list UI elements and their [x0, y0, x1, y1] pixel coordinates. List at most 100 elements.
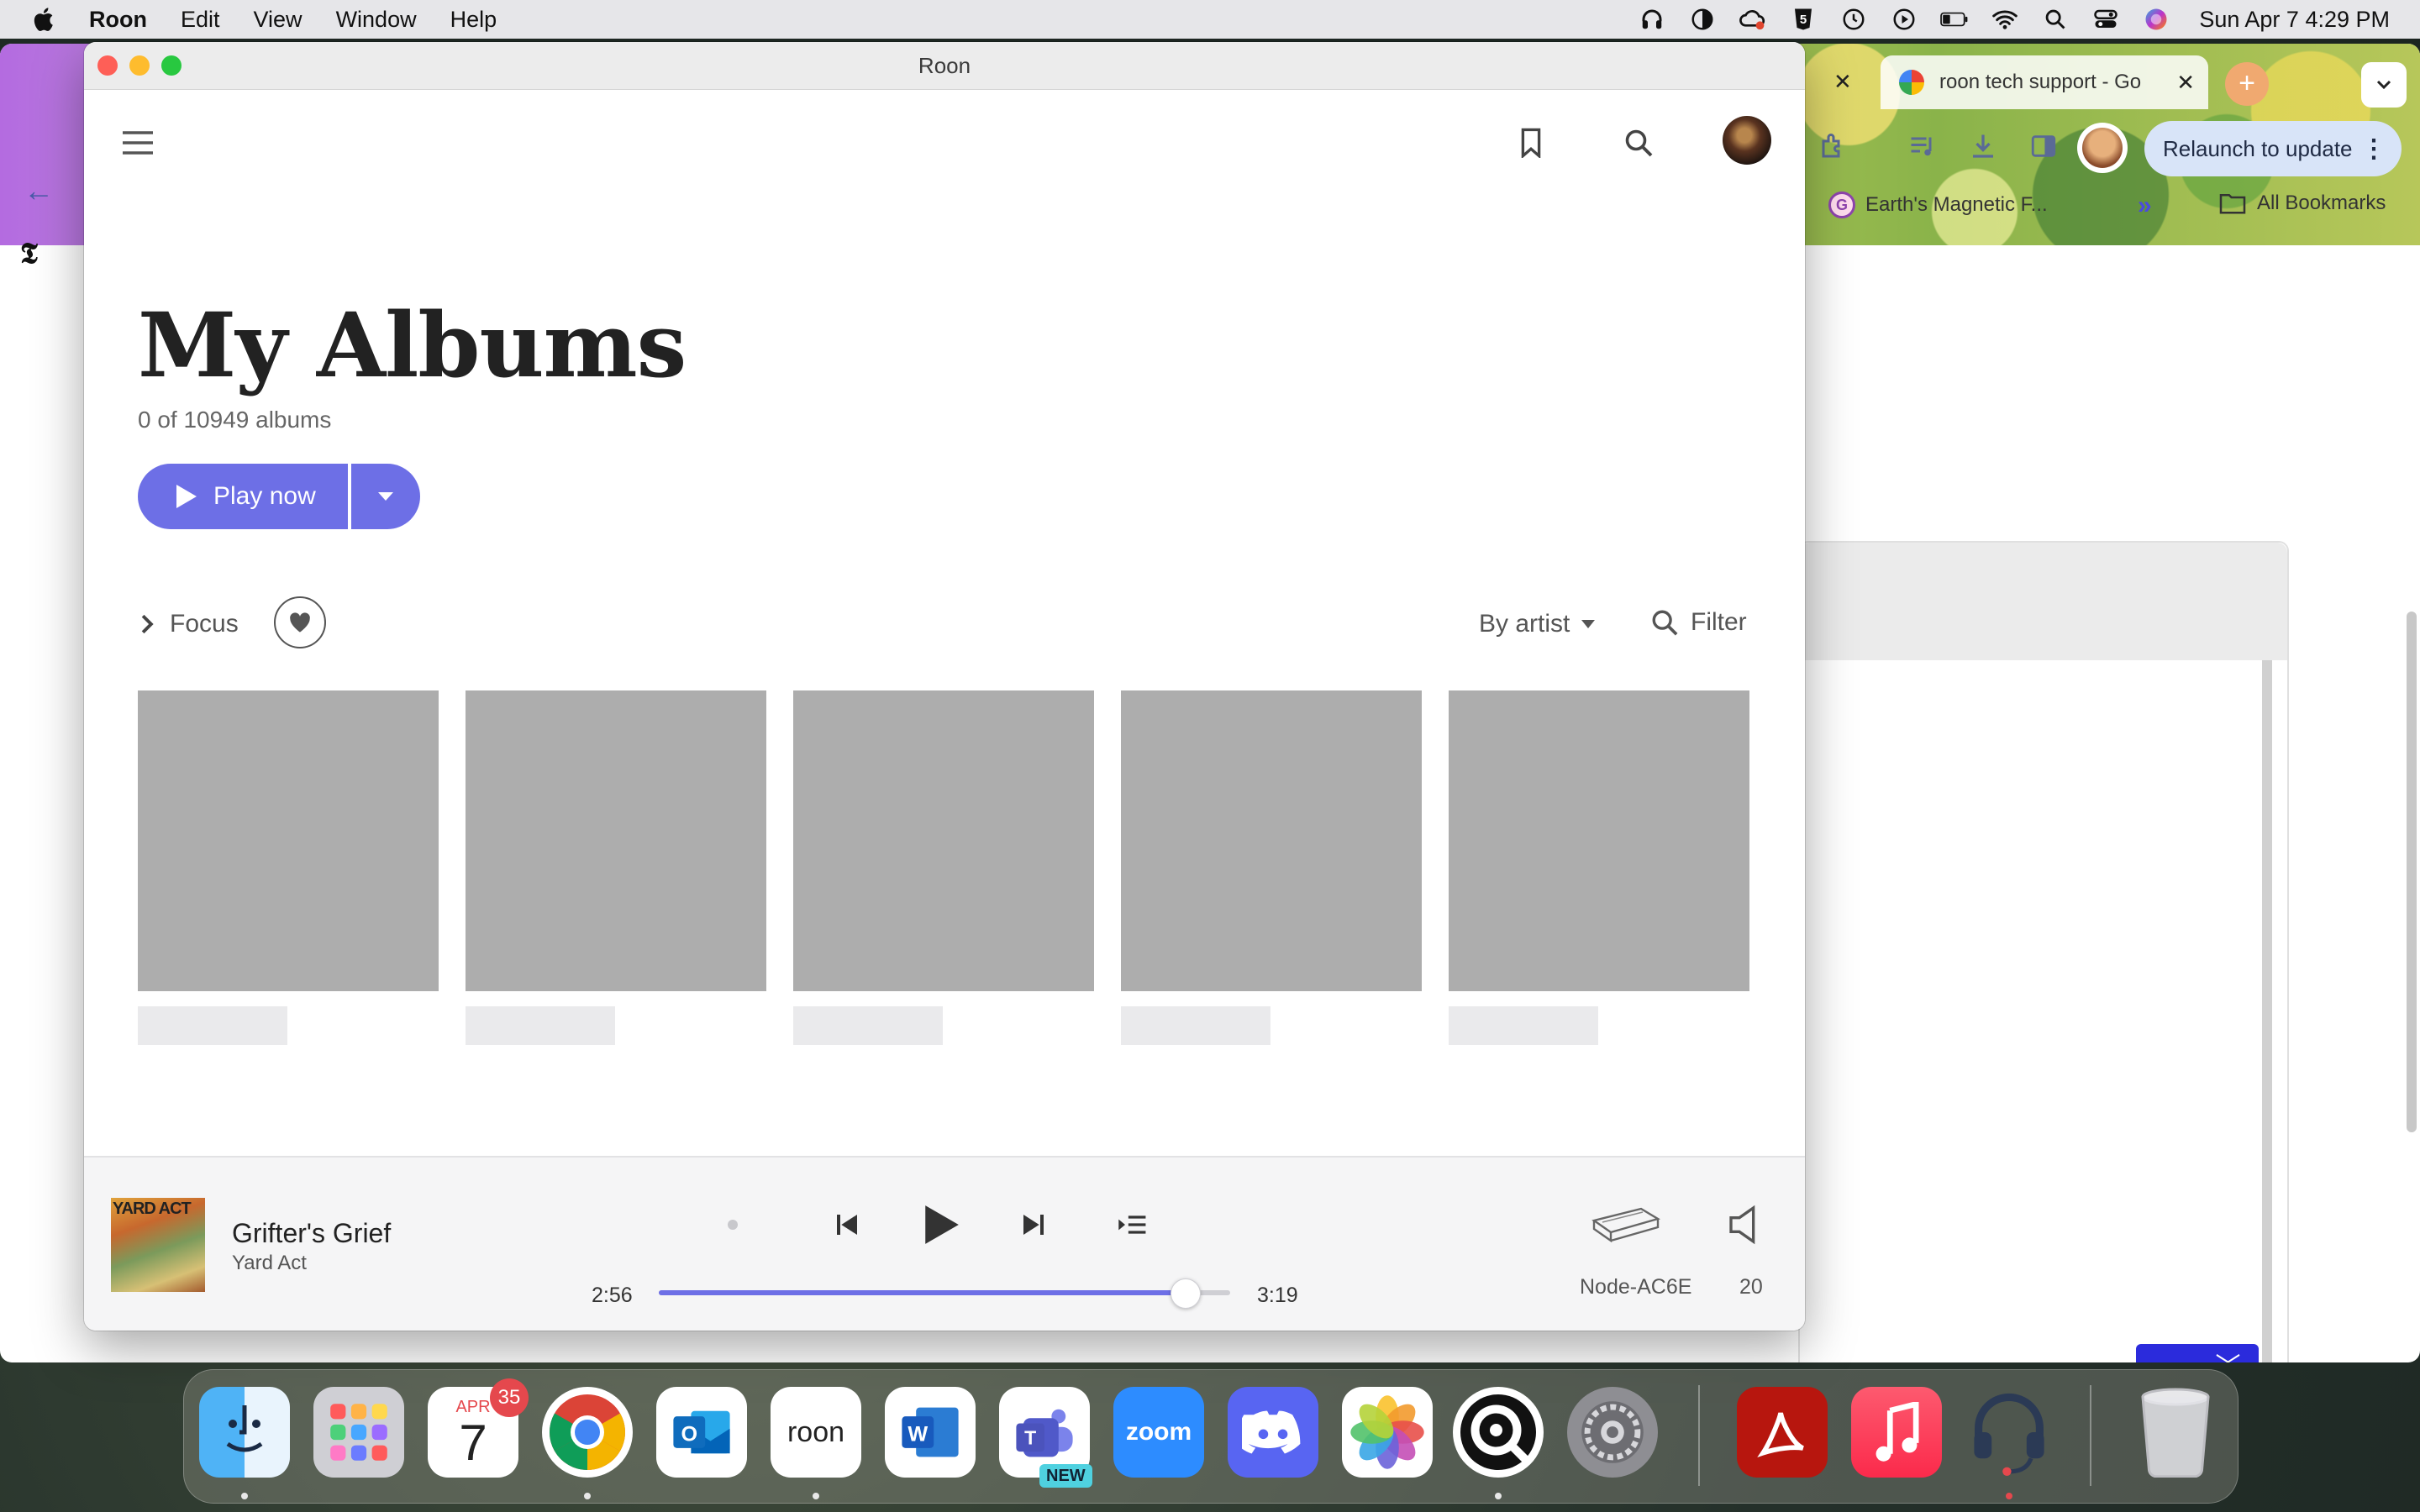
album-card[interactable] [466, 690, 766, 1045]
volume-level[interactable]: 20 [1739, 1275, 1763, 1299]
menu-clock[interactable]: Sun Apr 7 4:29 PM [2199, 7, 2390, 33]
chevron-right-icon [141, 614, 154, 634]
creative-cloud-icon[interactable] [1739, 5, 1767, 34]
chrome-active-tab[interactable]: roon tech support - Go ✕ [1881, 55, 2208, 109]
headset-app-icon[interactable] [1964, 1387, 2054, 1478]
zoom-icon[interactable]: zoom [1113, 1387, 1204, 1478]
music-icon[interactable] [1851, 1387, 1942, 1478]
finder-icon[interactable] [199, 1387, 290, 1478]
trash-icon[interactable] [2130, 1387, 2221, 1478]
roon-dock-label: roon [786, 1415, 845, 1448]
bookmark-g-icon: G [1828, 192, 1855, 218]
chrome-icon[interactable] [542, 1387, 633, 1478]
minimize-window-button[interactable] [129, 55, 150, 76]
chrome-menu-icon[interactable]: ⋮ [2361, 134, 2386, 164]
s-app-icon[interactable]: 5 [1789, 5, 1818, 34]
volume-speaker-icon[interactable] [1723, 1200, 1765, 1250]
nyt-bookmark-icon[interactable]: 𝕿 [20, 237, 38, 270]
now-playing-artist[interactable]: Yard Act [232, 1252, 307, 1275]
acrobat-icon[interactable] [1737, 1387, 1828, 1478]
panel-scrollbar[interactable] [2262, 660, 2272, 1362]
play-now-button[interactable]: Play now [138, 464, 348, 529]
hamburger-menu-icon[interactable] [113, 118, 163, 168]
play-pause-icon[interactable] [908, 1191, 975, 1258]
play-options-dropdown[interactable] [351, 464, 420, 529]
seek-bar[interactable] [659, 1278, 1230, 1309]
queue-icon[interactable] [1113, 1205, 1153, 1245]
svg-text:5: 5 [1800, 13, 1807, 27]
time-machine-icon[interactable] [1839, 5, 1868, 34]
system-settings-icon[interactable] [1567, 1387, 1658, 1478]
now-playing-cover[interactable]: YARD ACT [111, 1198, 205, 1292]
tab-search-chevron-icon[interactable] [2361, 62, 2407, 108]
menu-app-name[interactable]: Roon [89, 7, 147, 33]
apple-icon[interactable] [30, 5, 59, 34]
chrome-vertical-scrollbar[interactable] [2407, 612, 2417, 1132]
more-bookmarks-chevron-icon[interactable]: » [2138, 192, 2152, 220]
relaunch-to-update-button[interactable]: Relaunch to update ⋮ [2144, 121, 2402, 176]
menu-view[interactable]: View [254, 7, 302, 33]
seek-handle[interactable] [1170, 1278, 1201, 1309]
word-icon[interactable]: W [885, 1387, 976, 1478]
profile-avatar[interactable] [1723, 116, 1771, 165]
next-track-icon[interactable] [1008, 1200, 1059, 1250]
menu-edit[interactable]: Edit [181, 7, 220, 33]
running-indicator [241, 1493, 248, 1499]
album-card[interactable] [138, 690, 439, 1045]
find-down-icon[interactable]: ﹀ [2197, 1344, 2259, 1362]
spotlight-search-icon[interactable] [2041, 5, 2070, 34]
sort-by-dropdown[interactable]: By artist [1479, 610, 1596, 638]
zone-name[interactable]: Node-AC6E [1580, 1275, 1691, 1299]
page-title: My Albums [138, 292, 687, 397]
headphones-icon[interactable] [1638, 5, 1666, 34]
filter-button[interactable]: Filter [1650, 608, 1747, 637]
control-center-icon[interactable] [2091, 5, 2120, 34]
download-icon[interactable] [1965, 128, 2002, 165]
launchpad-icon[interactable] [313, 1387, 404, 1478]
new-tab-button[interactable]: + [2225, 62, 2269, 106]
now-playing-title[interactable]: Grifter's Grief [232, 1218, 391, 1249]
bookmark-earths-magnetic[interactable]: G Earth's Magnetic F... [1828, 192, 2048, 218]
album-title-placeholder [793, 1006, 943, 1045]
side-panel-icon[interactable] [2025, 128, 2062, 165]
bookmark-icon[interactable] [1506, 118, 1556, 168]
previous-tab-close-icon[interactable]: ✕ [1833, 69, 1852, 95]
panel-header [1800, 543, 2287, 660]
seek-bar-progress [659, 1290, 1185, 1295]
siri-icon[interactable] [2142, 5, 2170, 34]
heart-icon [290, 612, 310, 633]
audio-device-icon[interactable] [1588, 1200, 1664, 1250]
contrast-icon[interactable] [1688, 5, 1717, 34]
album-grid [138, 690, 1751, 1045]
back-arrow-icon[interactable]: ← [24, 173, 54, 208]
wifi-icon[interactable] [1991, 5, 2019, 34]
outlook-icon[interactable]: O [656, 1387, 747, 1478]
media-queue-icon[interactable] [1904, 128, 1941, 165]
focus-toggle[interactable]: Focus [138, 610, 239, 638]
album-card[interactable] [793, 690, 1094, 1045]
favorites-heart-button[interactable] [274, 596, 326, 648]
all-bookmarks-button[interactable]: All Bookmarks [2218, 192, 2386, 215]
photos-icon[interactable] [1342, 1387, 1433, 1478]
extension-icon[interactable] [1815, 128, 1852, 165]
discord-icon[interactable] [1228, 1387, 1318, 1478]
play-circle-icon[interactable] [1890, 5, 1918, 34]
svg-text:W: W [908, 1423, 928, 1446]
chrome-profile-avatar[interactable] [2077, 123, 2128, 173]
quicktime-icon[interactable] [1453, 1387, 1544, 1478]
roon-dock-icon[interactable]: roon [771, 1387, 861, 1478]
search-icon[interactable] [1613, 118, 1664, 168]
menu-help[interactable]: Help [450, 7, 497, 33]
radio-dot-icon[interactable] [719, 1211, 746, 1238]
zoom-window-button[interactable] [161, 55, 182, 76]
close-window-button[interactable] [97, 55, 118, 76]
find-up-icon[interactable]: ︿ [2136, 1344, 2197, 1362]
album-card[interactable] [1121, 690, 1422, 1045]
menu-window[interactable]: Window [336, 7, 417, 33]
now-playing-bar: YARD ACT Grifter's Grief Yard Act 2:56 3… [84, 1156, 1805, 1331]
battery-icon[interactable] [1940, 5, 1969, 34]
running-indicator [584, 1493, 591, 1499]
tab-close-icon[interactable]: ✕ [2176, 70, 2195, 96]
album-card[interactable] [1449, 690, 1749, 1045]
previous-track-icon[interactable] [822, 1200, 872, 1250]
